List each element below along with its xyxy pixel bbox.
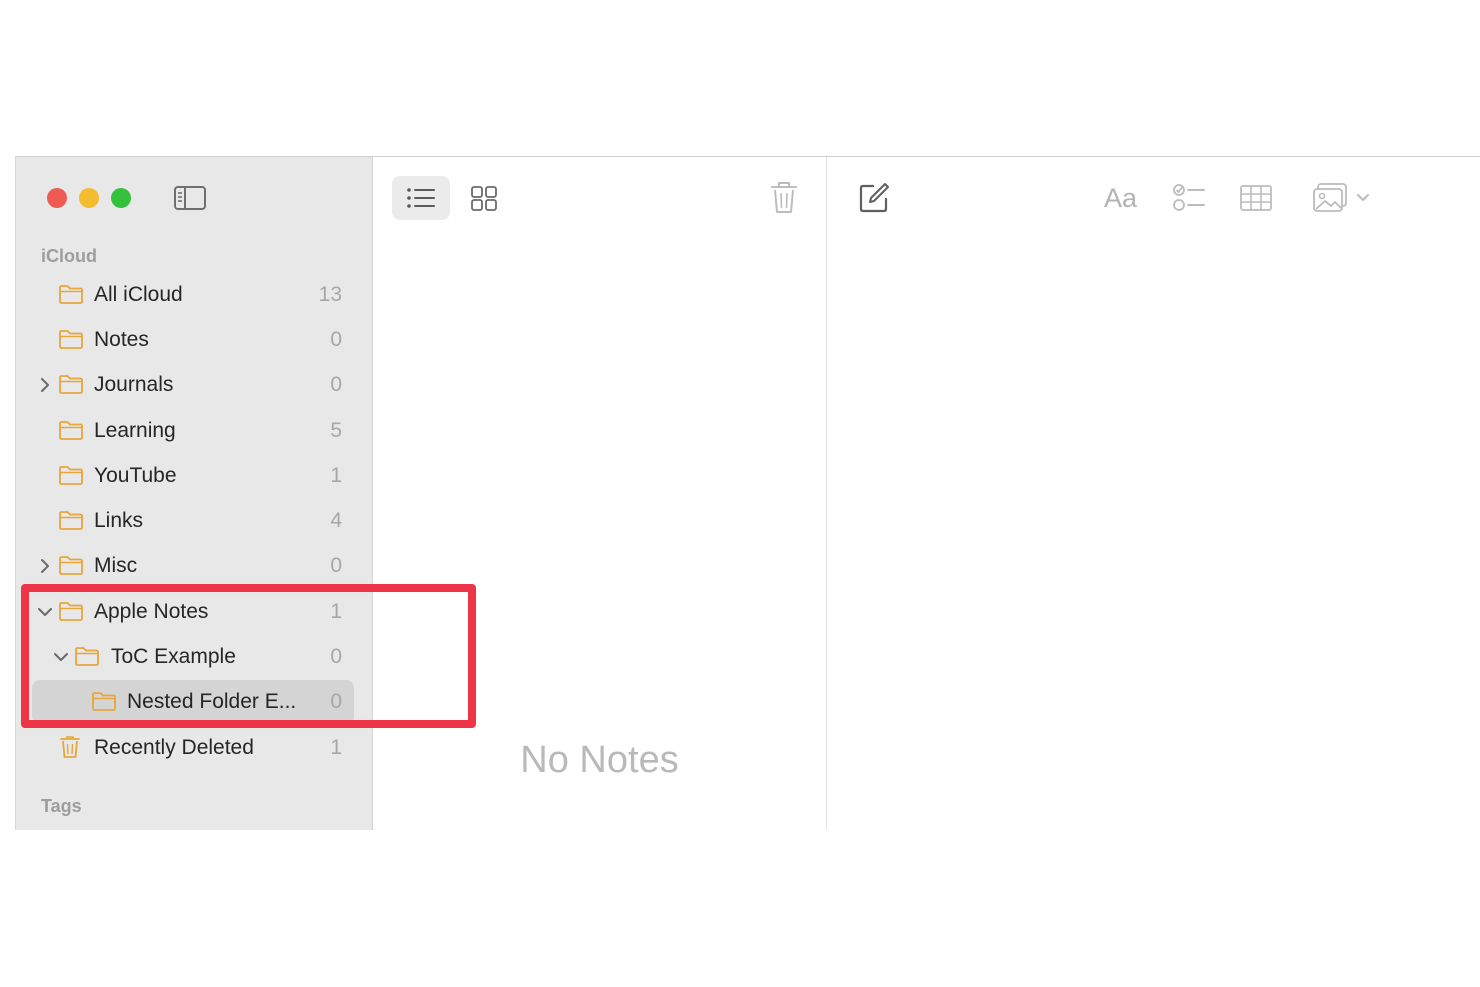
- gallery-view-icon: [471, 186, 497, 211]
- folder-count: 1: [330, 736, 342, 759]
- folder-label: Apple Notes: [94, 600, 209, 623]
- zoom-window-button[interactable]: [111, 188, 131, 208]
- folder-label: ToC Example: [111, 645, 236, 668]
- checklist-icon[interactable]: [1172, 182, 1206, 214]
- compose-icon[interactable]: [857, 181, 891, 215]
- sidebar-item-notes[interactable]: Notes 0: [16, 318, 372, 362]
- empty-state-label: No Notes: [520, 739, 679, 781]
- sidebar-item-links[interactable]: Links 4: [16, 499, 372, 543]
- gallery-view-button[interactable]: [456, 176, 514, 220]
- note-list-pane: No Notes: [373, 157, 827, 830]
- folder-icon: [75, 647, 99, 666]
- folder-label: Nested Folder E...: [127, 690, 297, 713]
- chevron-right-icon[interactable]: [36, 557, 54, 575]
- list-view-icon: [407, 188, 435, 208]
- chevron-right-icon[interactable]: [36, 376, 54, 394]
- folder-label: Journals: [94, 373, 174, 396]
- folder-icon: [59, 466, 83, 485]
- folder-count: 1: [330, 464, 342, 487]
- chevron-down-icon[interactable]: [52, 648, 70, 666]
- folder-count: 5: [330, 419, 342, 442]
- sidebar: iCloud All iCloud 13 Notes 0 Journals 0 …: [16, 157, 373, 830]
- list-view-button[interactable]: [392, 176, 450, 220]
- format-button[interactable]: Aa: [1104, 183, 1137, 214]
- folder-count: 0: [330, 554, 342, 577]
- minimize-window-button[interactable]: [79, 188, 99, 208]
- folder-icon: [59, 602, 83, 621]
- folder-label: Notes: [94, 328, 149, 351]
- folder-icon: [59, 375, 83, 394]
- media-icon[interactable]: [1312, 181, 1376, 215]
- trash-icon: [60, 736, 80, 758]
- sidebar-item-learning[interactable]: Learning 5: [16, 409, 372, 453]
- folder-label: YouTube: [94, 464, 177, 487]
- folder-count: 0: [330, 328, 342, 351]
- chevron-down-icon[interactable]: [36, 603, 54, 621]
- folder-label: Misc: [94, 554, 138, 577]
- folder-icon: [59, 556, 83, 575]
- folder-count: 0: [330, 645, 342, 668]
- folder-label: All iCloud: [94, 283, 183, 306]
- close-window-button[interactable]: [47, 188, 67, 208]
- folder-icon: [59, 511, 83, 530]
- sidebar-item-nested-folder[interactable]: Nested Folder E... 0: [16, 680, 372, 724]
- folder-label: Links: [94, 509, 144, 532]
- sidebar-item-toc-example[interactable]: ToC Example 0: [16, 635, 372, 679]
- editor-pane: Aa: [827, 157, 1480, 830]
- folder-count: 1: [330, 600, 342, 623]
- folder-label: Learning: [94, 419, 176, 442]
- folder-icon: [92, 692, 116, 711]
- sidebar-item-apple-notes[interactable]: Apple Notes 1: [16, 590, 372, 634]
- folder-icon: [59, 421, 83, 440]
- sidebar-item-all-icloud[interactable]: All iCloud 13: [16, 273, 372, 317]
- folder-icon: [59, 330, 83, 349]
- table-icon[interactable]: [1239, 184, 1273, 212]
- sidebar-item-recently-deleted[interactable]: Recently Deleted 1: [16, 726, 372, 770]
- icloud-section-label: iCloud: [41, 246, 97, 266]
- tags-section-label: Tags: [41, 796, 82, 816]
- folder-count: 0: [330, 373, 342, 396]
- sidebar-toggle-icon[interactable]: [173, 184, 207, 212]
- folder-count: 13: [318, 283, 342, 306]
- sidebar-item-journals[interactable]: Journals 0: [16, 363, 372, 407]
- sidebar-item-youtube[interactable]: YouTube 1: [16, 454, 372, 498]
- folder-label: Recently Deleted: [94, 736, 254, 759]
- folder-count: 0: [330, 690, 342, 713]
- notes-window: iCloud All iCloud 13 Notes 0 Journals 0 …: [15, 156, 1480, 830]
- trash-icon[interactable]: [767, 179, 801, 215]
- folder-icon: [59, 285, 83, 304]
- folder-count: 4: [330, 509, 342, 532]
- sidebar-item-misc[interactable]: Misc 0: [16, 544, 372, 588]
